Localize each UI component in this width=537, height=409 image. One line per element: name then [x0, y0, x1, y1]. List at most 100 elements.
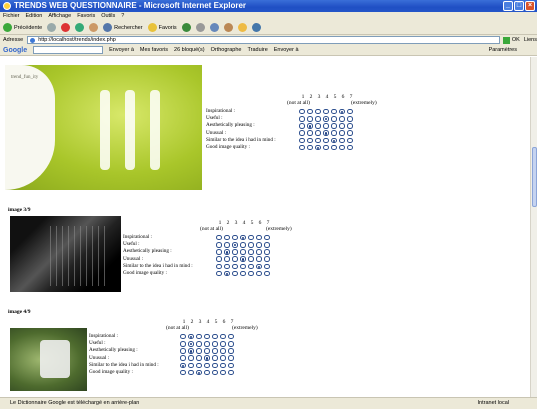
rating-radio[interactable] [212, 348, 218, 354]
rating-radio[interactable] [331, 108, 337, 115]
google-send-to-button[interactable]: Envoyer à [274, 47, 299, 53]
rating-radio[interactable] [224, 249, 230, 255]
rating-radio[interactable] [228, 341, 234, 347]
rating-radio[interactable] [180, 362, 186, 369]
rating-radio[interactable] [248, 242, 254, 248]
rating-radio[interactable] [224, 242, 230, 248]
history-icon[interactable] [181, 23, 191, 32]
rating-radio[interactable] [323, 144, 329, 151]
rating-radio[interactable] [264, 270, 270, 277]
rating-radio[interactable] [331, 137, 337, 144]
rating-radio[interactable] [323, 108, 329, 115]
rating-radio[interactable] [196, 369, 202, 376]
vertical-scrollbar[interactable] [530, 57, 537, 397]
rating-radio[interactable] [323, 130, 329, 136]
mail-icon[interactable] [195, 23, 205, 32]
rating-radio[interactable] [264, 249, 270, 255]
rating-radio[interactable] [256, 270, 262, 277]
rating-radio[interactable] [180, 333, 186, 340]
rating-radio[interactable] [315, 130, 321, 136]
rating-radio[interactable] [188, 333, 194, 340]
rating-radio[interactable] [307, 108, 313, 115]
rating-radio[interactable] [315, 144, 321, 151]
rating-radio[interactable] [315, 108, 321, 115]
rating-radio[interactable] [212, 362, 218, 369]
rating-radio[interactable] [220, 333, 226, 340]
rating-radio[interactable] [224, 256, 230, 262]
rating-radio[interactable] [232, 249, 238, 255]
rating-radio[interactable] [264, 242, 270, 248]
menu-view[interactable]: Affichage [48, 12, 71, 21]
rating-radio[interactable] [240, 270, 246, 277]
rating-radio[interactable] [196, 341, 202, 347]
rating-radio[interactable] [307, 137, 313, 144]
rating-radio[interactable] [347, 130, 353, 136]
rating-radio[interactable] [232, 242, 238, 248]
messenger-icon[interactable] [251, 23, 261, 32]
rating-radio[interactable] [196, 333, 202, 340]
google-translate-button[interactable]: Traduire [247, 47, 267, 53]
rating-radio[interactable] [339, 123, 345, 129]
rating-radio[interactable] [264, 256, 270, 262]
rating-radio[interactable] [256, 242, 262, 248]
rating-radio[interactable] [248, 249, 254, 255]
rating-radio[interactable] [224, 263, 230, 270]
rating-radio[interactable] [315, 116, 321, 122]
rating-radio[interactable] [339, 137, 345, 144]
google-settings-button[interactable]: Paramètres [489, 47, 517, 53]
google-search-input[interactable] [33, 46, 104, 54]
menu-favorites[interactable]: Favoris [77, 12, 95, 21]
menu-help[interactable]: ? [121, 12, 124, 21]
forward-arrow-icon[interactable] [47, 23, 57, 32]
rating-radio[interactable] [212, 369, 218, 376]
scrollbar-thumb[interactable] [532, 147, 537, 207]
rating-radio[interactable] [307, 130, 313, 136]
rating-radio[interactable] [220, 355, 226, 361]
rating-radio[interactable] [220, 362, 226, 369]
rating-radio[interactable] [248, 234, 254, 241]
refresh-icon[interactable] [75, 23, 85, 32]
rating-radio[interactable] [347, 123, 353, 129]
rating-radio[interactable] [220, 369, 226, 376]
rating-radio[interactable] [240, 242, 246, 248]
links-label[interactable]: Liens [524, 37, 537, 43]
rating-radio[interactable] [240, 234, 246, 241]
rating-radio[interactable] [224, 270, 230, 277]
rating-radio[interactable] [256, 263, 262, 270]
rating-radio[interactable] [188, 362, 194, 369]
rating-radio[interactable] [232, 263, 238, 270]
maximize-button[interactable]: □ [514, 1, 524, 11]
rating-radio[interactable] [204, 369, 210, 376]
rating-radio[interactable] [248, 270, 254, 277]
rating-radio[interactable] [323, 116, 329, 122]
rating-radio[interactable] [212, 333, 218, 340]
rating-radio[interactable] [347, 137, 353, 144]
rating-radio[interactable] [264, 234, 270, 241]
rating-radio[interactable] [331, 130, 337, 136]
rating-radio[interactable] [212, 341, 218, 347]
rating-radio[interactable] [323, 137, 329, 144]
rating-radio[interactable] [196, 348, 202, 354]
rating-radio[interactable] [204, 333, 210, 340]
rating-radio[interactable] [299, 108, 305, 115]
home-icon[interactable] [89, 23, 99, 32]
rating-radio[interactable] [339, 116, 345, 122]
rating-radio[interactable] [264, 263, 270, 270]
rating-radio[interactable] [299, 137, 305, 144]
rating-radio[interactable] [216, 263, 222, 270]
rating-radio[interactable] [256, 256, 262, 262]
rating-radio[interactable] [232, 234, 238, 241]
rating-radio[interactable] [256, 249, 262, 255]
rating-radio[interactable] [347, 116, 353, 122]
edit-icon[interactable] [223, 23, 233, 32]
google-spellcheck-button[interactable]: Orthographe [211, 47, 242, 53]
rating-radio[interactable] [204, 348, 210, 354]
rating-radio[interactable] [188, 341, 194, 347]
rating-radio[interactable] [299, 116, 305, 122]
stop-icon[interactable] [61, 23, 71, 32]
rating-radio[interactable] [323, 123, 329, 129]
rating-radio[interactable] [307, 144, 313, 151]
rating-radio[interactable] [188, 369, 194, 376]
go-icon[interactable] [503, 36, 510, 44]
menu-tools[interactable]: Outils [101, 12, 115, 21]
